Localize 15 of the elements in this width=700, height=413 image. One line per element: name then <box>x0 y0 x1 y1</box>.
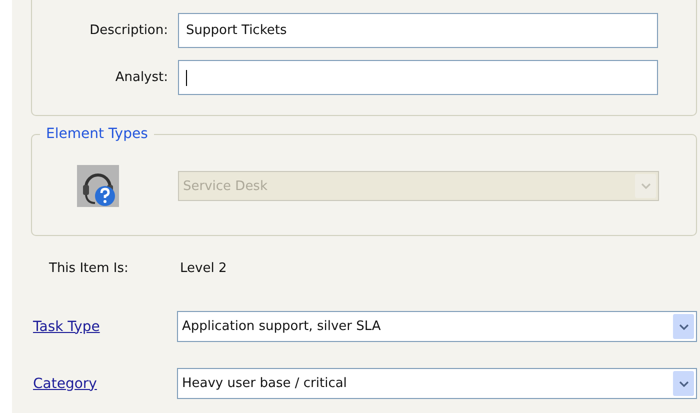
field-label: Description: <box>88 23 169 38</box>
field-label: Analyst: <box>114 70 169 85</box>
field-link[interactable]: Task Type <box>33 318 177 334</box>
field-link[interactable]: Category <box>33 376 177 392</box>
select-dropdown[interactable]: Heavy user base / critical <box>177 368 697 399</box>
chevron-down-icon <box>678 324 688 330</box>
item-level-label: This Item Is: <box>49 261 130 278</box>
select-dropdown[interactable]: Application support, silver SLA <box>177 311 697 342</box>
chevron-down-icon <box>640 183 650 189</box>
chevron-down-icon <box>678 380 688 386</box>
text-field[interactable] <box>178 60 658 95</box>
headset-help-icon <box>77 165 119 207</box>
text-field[interactable]: Support Tickets <box>178 13 658 48</box>
group-legend: Element Types <box>40 126 154 142</box>
item-level-value: Level 2 <box>180 261 227 278</box>
